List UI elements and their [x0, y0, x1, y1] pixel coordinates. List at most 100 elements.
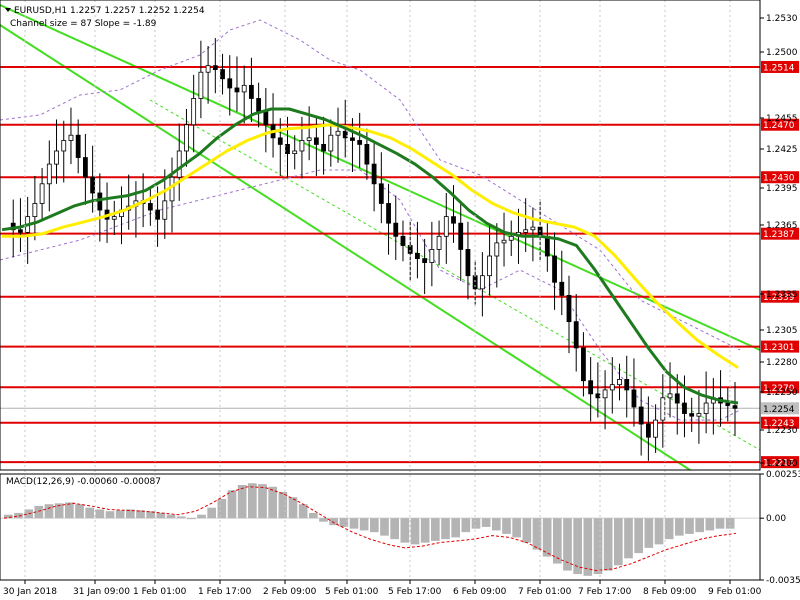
macd-histogram-bar	[105, 511, 115, 519]
macd-histogram-bar	[380, 518, 389, 536]
macd-histogram-bar	[309, 512, 318, 519]
candle-body	[68, 134, 74, 141]
macd-histogram-bar	[481, 518, 491, 527]
candle-body	[306, 137, 312, 141]
macd-histogram-bar	[258, 484, 267, 519]
chart-canvas: 1.25141.24701.24301.23871.23391.23011.22…	[0, 0, 800, 600]
candle-body	[299, 140, 305, 152]
macd-histogram-bar	[156, 512, 166, 519]
candle-body	[350, 137, 355, 141]
macd-histogram-bar	[461, 518, 471, 533]
y-tick-label: 1.2455	[766, 114, 798, 124]
candle-body	[617, 379, 622, 386]
macd-histogram-bar	[512, 518, 521, 538]
x-tick-label: 2 Feb 09:00	[263, 587, 317, 597]
macd-histogram-bar	[95, 509, 105, 519]
level-price-label: 1.2301	[763, 343, 795, 353]
candle-body	[631, 389, 637, 408]
macd-label: MACD(12,26,9) -0.00060 -0.00087	[6, 477, 161, 487]
macd-histogram-bar	[349, 518, 359, 529]
candle-body	[638, 406, 644, 425]
macd-histogram-bar	[278, 491, 288, 519]
macd-y-tick-label: 0.00253	[766, 470, 800, 480]
macd-histogram-bar	[492, 518, 501, 531]
candle-body	[581, 347, 586, 382]
macd-histogram-bar	[115, 510, 125, 519]
x-tick-label: 9 Feb 01:00	[708, 587, 762, 597]
macd-histogram-bar	[685, 518, 694, 534]
candle-body	[220, 69, 225, 80]
candle-body	[212, 65, 218, 70]
candle-body	[479, 275, 485, 290]
macd-histogram-bar	[695, 518, 704, 533]
candle-body	[573, 321, 579, 349]
candle-body	[285, 144, 290, 155]
candle-body	[335, 130, 341, 136]
candle-body	[39, 183, 45, 204]
candle-body	[371, 163, 377, 185]
candle-body	[530, 226, 536, 231]
candle-body	[147, 203, 153, 211]
macd-histogram-bar	[573, 518, 582, 575]
candle-body	[588, 380, 594, 395]
macd-histogram-bar	[370, 518, 379, 533]
candle-body	[667, 393, 673, 399]
macd-histogram-bar	[288, 497, 298, 519]
candle-body	[552, 255, 557, 283]
candle-body	[422, 258, 428, 263]
candle-body	[364, 144, 370, 165]
candle-body	[357, 140, 363, 145]
candle-body	[256, 98, 262, 112]
y-tick-label: 1.2200	[766, 459, 798, 469]
level-price-label: 1.2514	[763, 63, 795, 73]
x-tick-label: 7 Feb 17:00	[578, 587, 632, 597]
macd-histogram-bar	[187, 518, 196, 520]
candle-body	[328, 134, 334, 152]
macd-histogram-bar	[420, 518, 430, 543]
y-tick-label: 1.2250	[766, 388, 798, 398]
candle-body	[61, 140, 67, 152]
candle-body	[227, 78, 233, 89]
candle-body	[494, 242, 500, 257]
candle-body	[725, 402, 731, 407]
candle-body	[458, 222, 464, 250]
candle-body	[263, 111, 269, 126]
macd-histogram-bar	[441, 518, 450, 540]
macd-histogram-bar	[75, 504, 84, 519]
candle-body	[602, 389, 608, 399]
x-tick-label: 8 Feb 09:00	[643, 587, 697, 597]
candle-body	[90, 176, 96, 194]
macd-histogram-bar	[502, 518, 511, 534]
candle-body	[198, 71, 204, 99]
y-tick-label: 1.2530	[766, 14, 798, 24]
macd-histogram-bar	[532, 518, 542, 550]
level-price-label: 1.2387	[763, 230, 795, 240]
y-tick-label: 1.2230	[766, 426, 798, 436]
candle-body	[54, 150, 59, 165]
candle-body	[75, 134, 81, 158]
level-price-label: 1.2430	[763, 174, 795, 184]
candle-body	[595, 393, 601, 399]
x-tick-label: 1 Feb 17:00	[198, 587, 252, 597]
candle-body	[162, 200, 168, 220]
macd-histogram-bar	[644, 518, 654, 548]
macd-histogram-bar	[166, 514, 176, 519]
candle-body	[184, 124, 189, 152]
candle-body	[393, 222, 399, 237]
candle-body	[249, 84, 254, 99]
current-price-label: 1.2254	[763, 405, 795, 415]
candle-body	[378, 183, 384, 204]
macd-histogram-bar	[624, 518, 633, 559]
macd-histogram-bar	[654, 518, 664, 545]
macd-histogram-bar	[614, 518, 623, 566]
macd-histogram-bar	[715, 518, 725, 529]
x-tick-label: 7 Feb 01:00	[518, 587, 572, 597]
y-tick-label: 1.2335	[766, 290, 798, 300]
macd-histogram-bar	[319, 518, 328, 522]
candle-body	[155, 209, 160, 220]
candle-body	[46, 163, 52, 185]
macd-histogram-bar	[197, 514, 206, 519]
macd-histogram-bar	[217, 498, 227, 519]
candle-body	[277, 137, 283, 145]
candle-body	[674, 393, 680, 404]
